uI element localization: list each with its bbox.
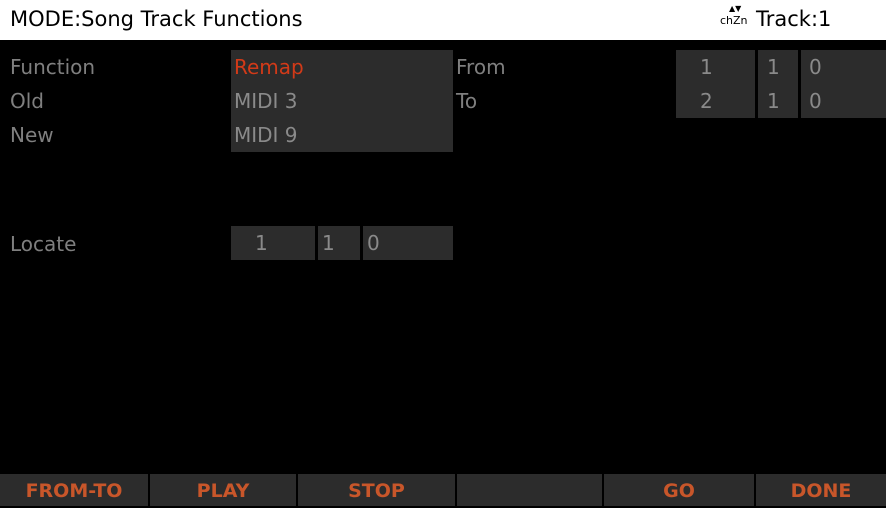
from-sep-2: [798, 50, 801, 84]
softkey-done[interactable]: DONE: [756, 474, 886, 506]
locate-bar-value: 1: [255, 231, 268, 255]
softkey-empty[interactable]: [457, 474, 602, 506]
from-field[interactable]: 1 1 0: [676, 50, 886, 84]
from-tick-value: 0: [809, 55, 822, 79]
chzn-label: chZn: [720, 14, 748, 27]
softkey-stop[interactable]: STOP: [298, 474, 455, 506]
locate-tick-value: 0: [367, 231, 380, 255]
new-value: MIDI 9: [234, 123, 298, 147]
new-label: New: [10, 123, 54, 147]
locate-field[interactable]: 1 1 0: [231, 226, 453, 260]
from-label: From: [456, 55, 506, 79]
softkey-from-to[interactable]: FROM-TO: [0, 474, 148, 506]
new-field[interactable]: MIDI 9: [231, 118, 453, 152]
function-label: Function: [10, 55, 96, 79]
locate-sep-1: [315, 226, 318, 260]
locate-beat-value: 1: [322, 231, 335, 255]
function-value: Remap: [234, 55, 304, 79]
function-field[interactable]: Remap: [231, 50, 453, 84]
locate-label: Locate: [10, 232, 77, 256]
chzn-arrows-icon: ▲▼: [729, 4, 742, 13]
mode-title: MODE:Song Track Functions: [10, 7, 303, 31]
to-label: To: [456, 89, 478, 113]
track-indicator: Track:1: [756, 7, 832, 31]
softkey-go[interactable]: GO: [604, 474, 754, 506]
old-label: Old: [10, 89, 44, 113]
from-bar-value: 1: [700, 55, 713, 79]
chzn-icon[interactable]: chZn ▲▼: [720, 5, 748, 28]
to-sep-2: [798, 84, 801, 118]
old-value: MIDI 3: [234, 89, 298, 113]
soft-button-bar: FROM-TO PLAY STOP GO DONE: [0, 474, 886, 506]
old-field[interactable]: MIDI 3: [231, 84, 453, 118]
to-field[interactable]: 2 1 0: [676, 84, 886, 118]
to-tick-value: 0: [809, 89, 822, 113]
mode-header: MODE:Song Track Functions chZn ▲▼ Track:…: [0, 0, 886, 40]
to-sep-1: [755, 84, 758, 118]
to-bar-value: 2: [700, 89, 713, 113]
locate-sep-2: [360, 226, 363, 260]
from-beat-value: 1: [767, 55, 780, 79]
softkey-play[interactable]: PLAY: [150, 474, 296, 506]
from-sep-1: [755, 50, 758, 84]
to-beat-value: 1: [767, 89, 780, 113]
